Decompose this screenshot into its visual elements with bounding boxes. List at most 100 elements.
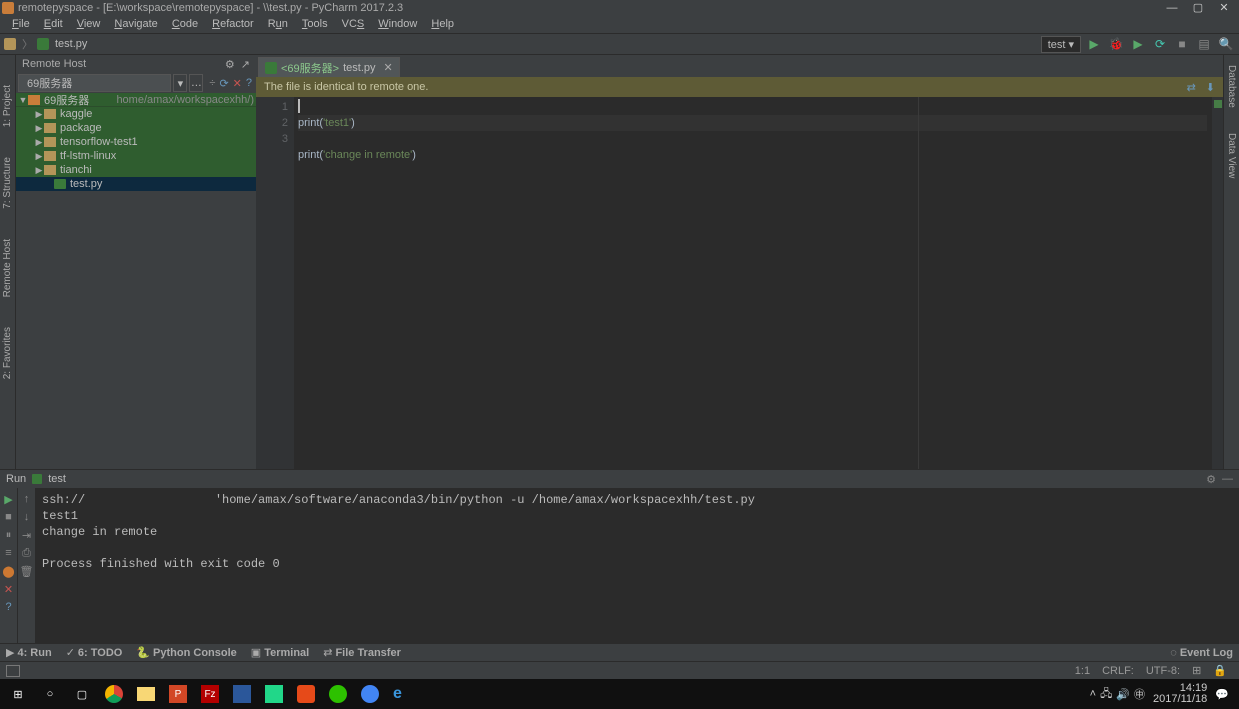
- run-config-selector[interactable]: test ▾: [1041, 36, 1081, 53]
- tool-python-console[interactable]: 🐍 Python Console: [136, 646, 236, 659]
- tool-favorites[interactable]: 2: Favorites: [2, 327, 13, 379]
- menu-window[interactable]: Window: [372, 18, 423, 30]
- menu-help[interactable]: Help: [425, 18, 460, 30]
- server-more-button[interactable]: …: [189, 74, 203, 92]
- clear-icon[interactable]: 🗑: [20, 564, 34, 578]
- start-button[interactable]: ⊞: [2, 679, 34, 709]
- app-wechat[interactable]: [322, 679, 354, 709]
- notification-icon[interactable]: 💬: [1215, 688, 1229, 701]
- gear-icon[interactable]: ⚙: [225, 58, 235, 71]
- server-select[interactable]: 69服务器: [18, 74, 171, 92]
- divide-icon[interactable]: ÷: [209, 77, 215, 89]
- settings-icon[interactable]: ⚙: [1206, 473, 1216, 486]
- tree-item-testpy[interactable]: test.py: [16, 177, 256, 191]
- tool-run[interactable]: ▶ 4: Run: [6, 646, 52, 659]
- minimize-button[interactable]: —: [1159, 0, 1185, 15]
- server-dropdown-button[interactable]: ▾: [173, 74, 187, 92]
- stop-button[interactable]: ■: [1173, 37, 1191, 51]
- dump-icon[interactable]: ≡: [2, 546, 16, 560]
- banner-text: The file is identical to remote one.: [264, 81, 428, 93]
- close-run-button[interactable]: ✕: [2, 582, 16, 596]
- app-image[interactable]: [226, 679, 258, 709]
- event-log[interactable]: ◌ Event Log: [1170, 647, 1233, 659]
- tray-network-icon[interactable]: 🖧: [1100, 685, 1112, 704]
- breadcrumb-file[interactable]: test.py: [55, 38, 87, 50]
- print-icon[interactable]: ⎙: [20, 546, 34, 560]
- taskview-button[interactable]: ▢: [66, 679, 98, 709]
- rerun-button[interactable]: ▶: [2, 492, 16, 506]
- help-run-icon[interactable]: ?: [2, 600, 16, 614]
- tool-remote-host[interactable]: Remote Host: [2, 239, 13, 297]
- refresh-icon[interactable]: ⟳: [219, 77, 228, 90]
- tool-database[interactable]: Database: [1226, 65, 1237, 108]
- tree-root[interactable]: ▼ 69服务器 home/amax/workspacexhh/): [16, 93, 256, 107]
- tab-close-icon[interactable]: ✕: [384, 61, 393, 74]
- search-button[interactable]: 🔍: [1217, 37, 1235, 51]
- tree-item-tensorflow[interactable]: ▶tensorflow-test1: [16, 135, 256, 149]
- tool-project[interactable]: 1: Project: [2, 85, 13, 127]
- stop-run-button[interactable]: ■: [2, 510, 16, 524]
- tree-item-tflstm[interactable]: ▶tf-lstm-linux: [16, 149, 256, 163]
- help-icon[interactable]: ?: [246, 77, 252, 89]
- hide-panel-icon[interactable]: —: [1222, 473, 1233, 485]
- breakpoint-icon[interactable]: ⬤: [2, 564, 16, 578]
- app-pycharm[interactable]: [258, 679, 290, 709]
- app-filezilla[interactable]: Fz: [194, 679, 226, 709]
- up-icon[interactable]: ↑: [20, 492, 34, 506]
- tree-item-kaggle[interactable]: ▶kaggle: [16, 107, 256, 121]
- close-button[interactable]: ✕: [1211, 0, 1237, 15]
- download-icon[interactable]: ⬇: [1206, 81, 1215, 94]
- cortana-button[interactable]: ○: [34, 679, 66, 709]
- update-button[interactable]: ⟳: [1151, 37, 1169, 51]
- tool-file-transfer[interactable]: ⇄ File Transfer: [323, 646, 401, 659]
- menu-tools[interactable]: Tools: [296, 18, 334, 30]
- hide-icon[interactable]: ↗: [241, 58, 250, 71]
- menu-file[interactable]: File: [6, 18, 36, 30]
- error-stripe[interactable]: [1211, 97, 1223, 469]
- editor-tab-testpy[interactable]: <69服务器> test.py ✕: [258, 57, 400, 77]
- tool-dataview[interactable]: Data View: [1226, 133, 1237, 178]
- maximize-button[interactable]: ▢: [1185, 0, 1211, 15]
- code-content[interactable]: print('test1') print('change in remote'): [294, 97, 1211, 469]
- compare-icon[interactable]: ⇄: [1187, 81, 1196, 94]
- tool-terminal[interactable]: ▣ Terminal: [251, 646, 309, 659]
- line-sep[interactable]: CRLF:: [1096, 665, 1140, 677]
- menu-vcs[interactable]: VCS: [336, 18, 371, 30]
- menu-navigate[interactable]: Navigate: [108, 18, 163, 30]
- app-explorer[interactable]: [130, 679, 162, 709]
- tray-chevron-icon[interactable]: ˄: [1090, 688, 1096, 700]
- menu-code[interactable]: Code: [166, 18, 204, 30]
- tree-item-tianchi[interactable]: ▶tianchi: [16, 163, 256, 177]
- tray-ime-icon[interactable]: ㊥: [1134, 686, 1145, 702]
- app-powerpoint[interactable]: P: [162, 679, 194, 709]
- app-cloud[interactable]: [354, 679, 386, 709]
- close-icon[interactable]: ✕: [233, 77, 242, 90]
- tray-volume-icon[interactable]: 🔊: [1116, 688, 1130, 701]
- readonly-lock-icon[interactable]: 🔒: [1207, 664, 1233, 677]
- run-output[interactable]: ssh:// 'home/amax/software/anaconda3/bin…: [36, 488, 1239, 643]
- down-icon[interactable]: ↓: [20, 510, 34, 524]
- taskbar-clock[interactable]: 14:19 2017/11/18: [1149, 683, 1211, 705]
- tool-todo[interactable]: ✓ 6: TODO: [66, 646, 123, 659]
- app-edge[interactable]: e: [386, 679, 418, 709]
- menu-edit[interactable]: Edit: [38, 18, 69, 30]
- layout-button[interactable]: ▤: [1195, 37, 1213, 51]
- code-editor[interactable]: 1 2 3 print('test1') print('change in re…: [256, 97, 1223, 469]
- app-chrome[interactable]: [98, 679, 130, 709]
- encoding[interactable]: UTF-8:: [1140, 665, 1186, 677]
- debug-button[interactable]: 🐞: [1107, 37, 1125, 51]
- run-button[interactable]: ▶: [1085, 37, 1103, 51]
- run-coverage-button[interactable]: ▶: [1129, 37, 1147, 51]
- menu-refactor[interactable]: Refactor: [206, 18, 260, 30]
- statusbar-show-tools[interactable]: [6, 665, 20, 677]
- menu-run[interactable]: Run: [262, 18, 294, 30]
- wrap-icon[interactable]: ⇥: [20, 528, 34, 542]
- menu-view[interactable]: View: [71, 18, 107, 30]
- app-orange[interactable]: [290, 679, 322, 709]
- pause-button[interactable]: ⏸: [2, 528, 16, 542]
- context-icon[interactable]: ⊞: [1186, 664, 1207, 677]
- python-file-icon: [32, 474, 42, 484]
- caret-position[interactable]: 1:1: [1069, 665, 1096, 677]
- tree-item-package[interactable]: ▶package: [16, 121, 256, 135]
- tool-structure[interactable]: 7: Structure: [2, 157, 13, 209]
